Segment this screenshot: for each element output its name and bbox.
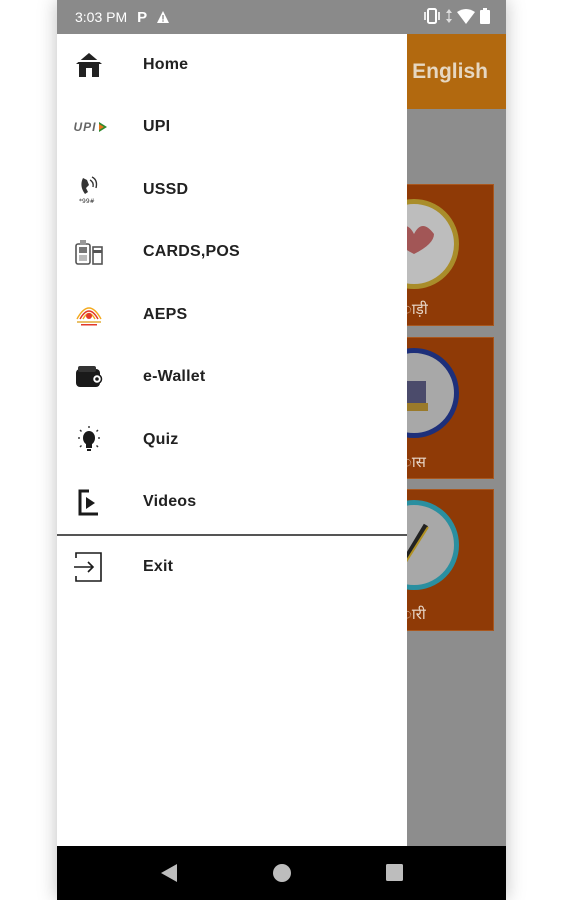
ussd-phone-icon: *99# (71, 172, 107, 208)
status-time: 3:03 PM (75, 9, 128, 25)
back-icon[interactable] (157, 860, 183, 886)
drawer-item-label: Quiz (143, 431, 179, 448)
parking-p-icon: P (137, 8, 148, 26)
home-tile-1[interactable]: ाड़ी (369, 184, 494, 326)
drawer-item-quiz[interactable]: Quiz (57, 409, 407, 471)
upi-logo-icon: UPI (67, 109, 113, 145)
drawer-item-aeps[interactable]: AEPS (57, 284, 407, 346)
drawer-item-ussd[interactable]: *99# USSD (57, 159, 407, 221)
drawer-item-videos[interactable]: Videos (57, 471, 407, 533)
vibrate-icon (424, 8, 440, 24)
drawer-item-exit[interactable]: Exit (57, 536, 407, 598)
home-icon (71, 47, 107, 83)
drawer-item-upi[interactable]: UPI UPI (57, 96, 407, 158)
navigation-drawer: Home UPI UPI *99# USSD CARDS,POS AEPS e-… (57, 34, 407, 846)
language-toggle-text[interactable]: | English (400, 60, 488, 84)
drawer-item-home[interactable]: Home (57, 34, 407, 96)
phone-screen: 3:03 PM P | English ाड़ी ास ारी Home UPI… (57, 0, 506, 900)
wallet-icon (71, 359, 107, 395)
drawer-item-label: CARDS,POS (143, 243, 240, 260)
home-tile-3[interactable]: ारी (369, 489, 494, 631)
drawer-item-label: e-Wallet (143, 368, 206, 385)
svg-text:*99#: *99# (79, 198, 95, 204)
data-arrows-icon (446, 9, 452, 23)
video-play-icon (71, 484, 107, 520)
drawer-item-label: Exit (143, 558, 174, 575)
drawer-item-label: Videos (143, 493, 197, 510)
drawer-item-label: AEPS (143, 306, 188, 323)
drawer-item-e-wallet[interactable]: e-Wallet (57, 346, 407, 408)
drawer-item-label: Home (143, 56, 189, 73)
drawer-item-label: USSD (143, 181, 189, 198)
battery-icon (480, 8, 490, 24)
status-bar: 3:03 PM P (57, 0, 506, 34)
drawer-item-cards-pos[interactable]: CARDS,POS (57, 221, 407, 283)
status-icons (423, 8, 490, 24)
recents-icon[interactable] (382, 860, 408, 886)
quiz-bulb-icon (71, 422, 107, 458)
aeps-aadhaar-icon (71, 297, 107, 333)
warning-icon (157, 11, 170, 23)
home-nav-icon[interactable] (269, 860, 295, 886)
home-tile-2[interactable]: ास (369, 337, 494, 479)
exit-icon (71, 549, 107, 585)
cards-pos-icon (71, 234, 107, 270)
upi-logo-text: UPI (73, 120, 97, 134)
wifi-icon (457, 8, 475, 24)
drawer-item-label: UPI (143, 118, 171, 135)
system-nav-bar (57, 846, 506, 900)
